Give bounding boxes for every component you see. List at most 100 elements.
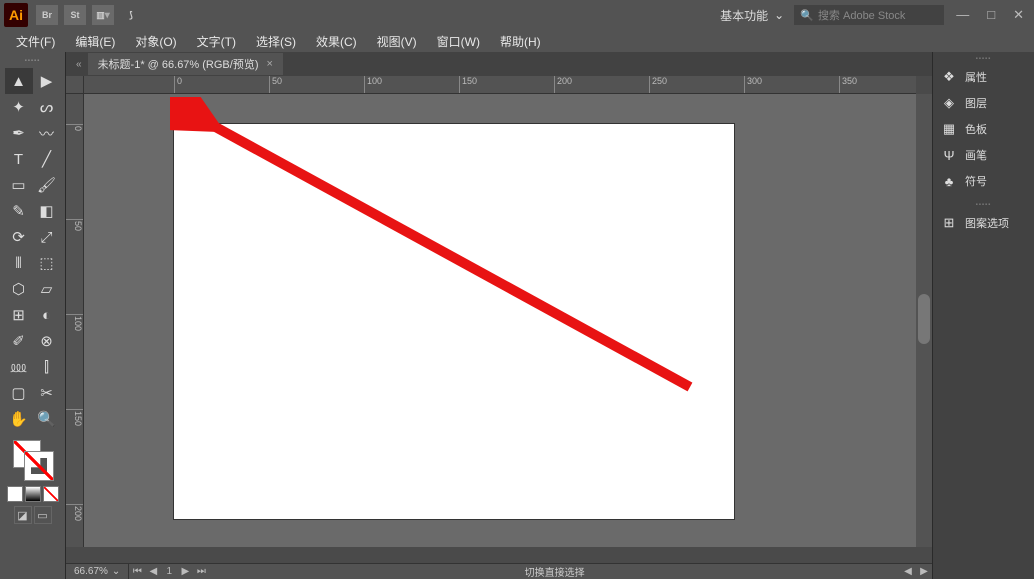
panel-tab-brushes[interactable]: Ψ画笔 xyxy=(933,142,1034,168)
artboard-next-button[interactable]: ▶ xyxy=(177,566,193,577)
vertical-ruler[interactable]: 050100150200 xyxy=(66,94,84,547)
tool-hand[interactable]: ✋ xyxy=(5,406,33,432)
color-mode-none[interactable] xyxy=(43,486,59,502)
app-logo: Ai xyxy=(4,3,28,27)
tool-symbol-sprayer[interactable]: ⅏ xyxy=(5,354,33,380)
tool-slice[interactable]: ✂ xyxy=(33,380,61,406)
menu-edit[interactable]: 编辑(E) xyxy=(65,33,125,50)
tool-magic-wand[interactable]: ✦ xyxy=(5,94,33,120)
tool-width[interactable]: ⫴ xyxy=(5,250,33,276)
scroll-right-button[interactable]: ▶ xyxy=(916,566,932,577)
artboard-first-button[interactable]: ⏮ xyxy=(129,566,145,577)
properties-icon: ❖ xyxy=(941,69,957,85)
close-button[interactable]: ✕ xyxy=(1013,7,1024,23)
stock-search-input[interactable]: 🔍 搜索 Adobe Stock xyxy=(794,5,944,25)
panel-tab-label: 符号 xyxy=(965,173,987,189)
ruler-tick: 300 xyxy=(744,76,762,93)
tool-lasso[interactable]: ᔕ xyxy=(33,94,61,120)
bridge-button[interactable]: Br xyxy=(36,5,58,25)
zoom-value: 66.67% xyxy=(74,566,108,577)
color-mode-gradient[interactable] xyxy=(25,486,41,502)
ruler-tick: 50 xyxy=(269,76,282,93)
tool-scale[interactable]: ⤢ xyxy=(33,224,61,250)
ruler-tick: 50 xyxy=(66,219,83,269)
status-bar: 66.67% ⌄ ⏮ ◀ 1 ▶ ⏭ 切换直接选择 ◀ ▶ xyxy=(66,563,932,579)
document-tabs: « 未标题-1* @ 66.67% (RGB/预览) × xyxy=(66,52,932,76)
tool-blend[interactable]: ⊗ xyxy=(33,328,61,354)
search-placeholder: 搜索 Adobe Stock xyxy=(818,7,905,23)
tool-mesh[interactable]: ⊞ xyxy=(5,302,33,328)
tool-type[interactable]: T xyxy=(5,146,33,172)
fill-stroke-control[interactable] xyxy=(11,438,55,482)
tool-artboard[interactable]: ▢ xyxy=(5,380,33,406)
screen-mode-button[interactable]: ▭ xyxy=(34,506,52,524)
tool-curvature[interactable]: 〰 xyxy=(33,120,61,146)
tool-pen[interactable]: ✒ xyxy=(5,120,33,146)
close-tab-icon[interactable]: × xyxy=(267,58,273,70)
collapse-toolbox-chevron[interactable]: « xyxy=(70,59,88,70)
ruler-tick: 350 xyxy=(839,76,857,93)
menu-effect[interactable]: 效果(C) xyxy=(306,33,367,50)
canvas[interactable] xyxy=(84,94,916,547)
panel-tab-swatches[interactable]: ▦色板 xyxy=(933,116,1034,142)
tool-gradient[interactable]: ◐ xyxy=(33,302,61,328)
minimize-button[interactable]: — xyxy=(956,7,969,23)
gpu-preview-button[interactable]: ⟆ xyxy=(120,5,142,25)
menu-view[interactable]: 视图(V) xyxy=(367,33,427,50)
zoom-level-dropdown[interactable]: 66.67% ⌄ xyxy=(66,564,129,579)
ruler-tick: 250 xyxy=(649,76,667,93)
tool-zoom[interactable]: 🔍 xyxy=(33,406,61,432)
panel-grip-icon[interactable]: ▪▪▪▪▪ xyxy=(13,58,53,64)
ruler-tick: 0 xyxy=(66,124,83,174)
layers-icon: ◈ xyxy=(941,95,957,111)
maximize-button[interactable]: □ xyxy=(987,7,995,23)
artboard-prev-button[interactable]: ◀ xyxy=(145,566,161,577)
vertical-scrollbar[interactable] xyxy=(916,94,932,547)
horizontal-ruler[interactable]: 050100150200250300350 xyxy=(84,76,916,94)
color-mode-color[interactable] xyxy=(7,486,23,502)
menu-object[interactable]: 对象(O) xyxy=(125,33,186,50)
swatches-icon: ▦ xyxy=(941,121,957,137)
panel-grip-icon[interactable]: ▪▪▪▪▪ xyxy=(933,56,1034,62)
tool-paintbrush[interactable]: 🖌 xyxy=(33,172,61,198)
panel-tab-properties[interactable]: ❖属性 xyxy=(933,64,1034,90)
panel-tab-label: 图层 xyxy=(965,95,987,111)
tool-pencil[interactable]: ✎ xyxy=(5,198,33,224)
tool-line[interactable]: ╱ xyxy=(33,146,61,172)
panel-tab-label: 画笔 xyxy=(965,147,987,163)
pattern-options-icon: ⊞ xyxy=(941,215,957,231)
tool-selection[interactable]: ▲ xyxy=(5,68,33,94)
tool-shape-builder[interactable]: ⬡ xyxy=(5,276,33,302)
chevron-down-icon: ⌄ xyxy=(774,8,784,22)
tool-column-graph[interactable]: ⫿ xyxy=(33,354,61,380)
menu-help[interactable]: 帮助(H) xyxy=(490,33,551,50)
artboard[interactable] xyxy=(174,124,734,519)
panel-tab-pattern-options[interactable]: ⊞图案选项 xyxy=(933,210,1034,236)
stock-button[interactable]: St xyxy=(64,5,86,25)
arrange-docs-button[interactable]: ▥▾ xyxy=(92,5,114,25)
tool-eraser[interactable]: ◧ xyxy=(33,198,61,224)
document-tab[interactable]: 未标题-1* @ 66.67% (RGB/预览) × xyxy=(88,53,283,75)
tool-rotate[interactable]: ⟳ xyxy=(5,224,33,250)
menu-select[interactable]: 选择(S) xyxy=(246,33,306,50)
scrollbar-thumb[interactable] xyxy=(918,294,930,344)
tool-perspective[interactable]: ▱ xyxy=(33,276,61,302)
app-titlebar: Ai Br St ▥▾ ⟆ 基本功能 ⌄ 🔍 搜索 Adobe Stock — … xyxy=(0,0,1034,30)
panel-tab-symbols[interactable]: ♣符号 xyxy=(933,168,1034,194)
workspace-switcher[interactable]: 基本功能 ⌄ xyxy=(710,7,794,24)
menu-file[interactable]: 文件(F) xyxy=(6,33,65,50)
ruler-origin[interactable] xyxy=(66,76,84,94)
artboard-number[interactable]: 1 xyxy=(161,566,177,577)
tool-free-transform[interactable]: ⬚ xyxy=(33,250,61,276)
artboard-last-button[interactable]: ⏭ xyxy=(193,566,209,577)
stroke-swatch[interactable] xyxy=(25,452,53,480)
tool-direct-selection[interactable]: ▶ xyxy=(33,68,61,94)
scroll-left-button[interactable]: ◀ xyxy=(900,566,916,577)
menu-type[interactable]: 文字(T) xyxy=(187,33,246,50)
panel-grip-icon[interactable]: ▪▪▪▪▪ xyxy=(933,202,1034,208)
tool-rectangle[interactable]: ▭ xyxy=(5,172,33,198)
menu-window[interactable]: 窗口(W) xyxy=(427,33,490,50)
panel-tab-layers[interactable]: ◈ 图层 xyxy=(933,90,1034,116)
tool-eyedropper[interactable]: ✐ xyxy=(5,328,33,354)
draw-mode-button[interactable]: ◪ xyxy=(14,506,32,524)
